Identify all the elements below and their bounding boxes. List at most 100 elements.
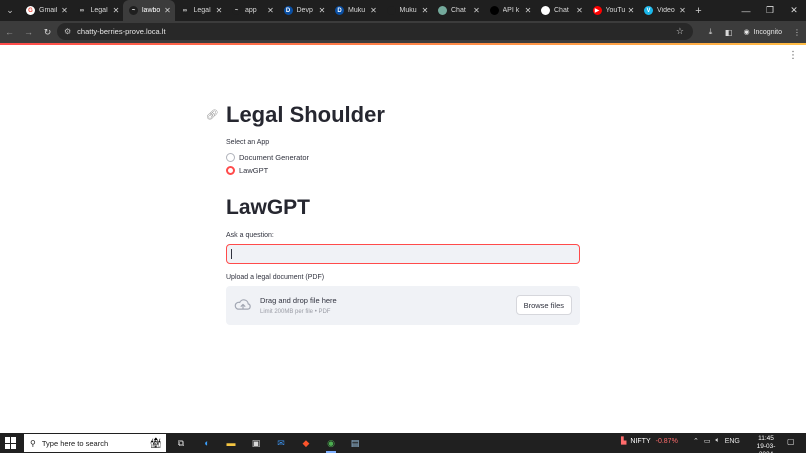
- volume-icon[interactable]: 🔈︎: [716, 437, 720, 445]
- file-explorer-icon[interactable]: ▬: [224, 436, 238, 450]
- arrow-right-icon[interactable]: →: [19, 21, 38, 43]
- chrome-icon[interactable]: ◉: [324, 436, 338, 453]
- section-title: LawGPT: [226, 196, 311, 219]
- tab-close-icon[interactable]: ✕: [473, 6, 481, 15]
- network-icon[interactable]: ▭: [704, 437, 711, 445]
- tab-close-icon[interactable]: ✕: [370, 6, 378, 15]
- site-info-icon[interactable]: ⚙: [64, 27, 71, 36]
- browser-tab[interactable]: ~ app ✕: [226, 0, 278, 21]
- tab-close-icon[interactable]: ✕: [318, 6, 326, 15]
- tab-favicon-icon: [541, 6, 550, 15]
- side-panel-icon[interactable]: ◧: [719, 28, 737, 37]
- upload-label: Upload a legal document (PDF): [226, 274, 325, 281]
- tab-title: Chat: [451, 7, 466, 14]
- ticker-name: NIFTY: [630, 437, 651, 445]
- download-icon[interactable]: ⤓: [701, 27, 719, 37]
- browser-tab[interactable]: D Devp ✕: [278, 0, 330, 21]
- system-tray: ⌃ ▭ 🔈︎ ENG: [693, 437, 745, 445]
- browse-files-button[interactable]: Browse files: [515, 295, 572, 315]
- search-placeholder: Type here to search: [41, 438, 109, 448]
- browser-tab[interactable]: API k ✕: [484, 0, 536, 21]
- browser-tab[interactable]: G Gmail ✕: [20, 0, 72, 21]
- tab-close-icon[interactable]: ✕: [421, 6, 429, 15]
- tab-close-icon[interactable]: ✕: [267, 6, 275, 15]
- url-text: chatty-berries-prove.loca.lt: [77, 27, 166, 36]
- browser-tab[interactable]: V Video ✕: [638, 0, 690, 21]
- tab-title: Video: [657, 7, 675, 14]
- minimize-icon[interactable]: —: [734, 0, 758, 21]
- select-app-label: Select an App: [226, 139, 270, 146]
- tab-favicon-icon: ∞: [180, 6, 190, 15]
- address-bar[interactable]: ⚙ chatty-berries-prove.loca.lt ☆: [57, 23, 693, 40]
- file-dropzone[interactable]: Drag and drop file here Limit 200MB per …: [226, 286, 580, 325]
- tab-favicon-icon: D: [283, 6, 293, 15]
- taskbar-search-box[interactable]: ⚲ Type here to search: [24, 434, 166, 452]
- language-indicator[interactable]: ENG: [725, 438, 740, 445]
- text-caret: [231, 249, 232, 259]
- tab-close-icon[interactable]: ✕: [112, 6, 120, 15]
- store-icon[interactable]: ▣: [249, 436, 263, 450]
- tab-close-icon[interactable]: ✕: [679, 6, 687, 15]
- star-icon[interactable]: ☆: [676, 26, 684, 37]
- cloud-upload-icon: [234, 299, 251, 310]
- browser-tab[interactable]: D Muku ✕: [329, 0, 381, 21]
- clock-date: 19-03-2024: [756, 443, 776, 458]
- tab-favicon-icon: [386, 6, 396, 15]
- tab-favicon-icon: ~: [232, 6, 241, 15]
- search-icon: ⚲: [30, 438, 36, 448]
- arrow-left-icon[interactable]: ←: [0, 21, 19, 43]
- tab-title: Muku: [399, 7, 417, 14]
- tab-title: Chat: [554, 7, 569, 14]
- tab-title: app: [245, 7, 257, 14]
- mail-icon[interactable]: ✉: [274, 436, 288, 450]
- stock-ticker-widget[interactable]: ▙ NIFTY -0.87%: [621, 437, 678, 446]
- reload-icon[interactable]: ↻: [38, 21, 57, 43]
- question-input[interactable]: [226, 244, 580, 264]
- browser-tab[interactable]: Chat ✕: [535, 0, 587, 21]
- tab-close-icon[interactable]: ✕: [524, 6, 532, 15]
- dropzone-title: Drag and drop file here: [260, 296, 337, 305]
- chart-down-icon: ▙: [621, 438, 627, 445]
- browser-tab[interactable]: ∞ Legal ✕: [72, 0, 124, 21]
- radio-document-generator[interactable]: Document Generator: [226, 153, 309, 162]
- browser-tab[interactable]: Muku ✕: [381, 0, 433, 21]
- edge-icon[interactable]: ◐: [200, 436, 214, 450]
- taskbar-clock[interactable]: 11:45 19-03-2024: [751, 435, 781, 459]
- incognito-label: Incognito: [753, 28, 782, 36]
- windows-start-icon[interactable]: [4, 436, 18, 450]
- notepad-icon[interactable]: ▤: [348, 436, 362, 450]
- radio-circle-selected[interactable]: [226, 166, 235, 175]
- tab-search-icon[interactable]: ⌄: [0, 0, 20, 21]
- new-tab-icon[interactable]: +: [690, 0, 708, 21]
- tab-close-icon[interactable]: ✕: [627, 6, 635, 15]
- search-highlight-icon[interactable]: 🏰︎: [146, 435, 166, 451]
- tab-list: G Gmail ✕ ∞ Legal ✕ ~ lawbo ✕ ∞ Legal ✕ ~ app ✕ D Devp ✕ D…: [20, 0, 690, 21]
- close-window-icon[interactable]: ✕: [782, 0, 806, 21]
- toolbar-actions: ⤓ ◧ ◉ Incognito ⋮: [701, 21, 806, 43]
- window-controls: — ❐ ✕: [734, 0, 806, 21]
- app-menu-icon[interactable]: ⋮: [788, 50, 798, 61]
- notification-icon[interactable]: ▢: [787, 437, 795, 446]
- radio-lawgpt[interactable]: LawGPT: [226, 166, 268, 175]
- tab-close-icon[interactable]: ✕: [164, 6, 172, 15]
- tab-close-icon[interactable]: ✕: [61, 6, 69, 15]
- task-view-icon[interactable]: ⧉: [174, 436, 188, 450]
- incognito-indicator[interactable]: ◉ Incognito: [737, 28, 788, 36]
- maximize-icon[interactable]: ❐: [758, 0, 782, 21]
- chevron-up-icon[interactable]: ⌃: [693, 437, 699, 445]
- browser-tab[interactable]: ▶ YouTu ✕: [587, 0, 639, 21]
- tab-close-icon[interactable]: ✕: [215, 6, 223, 15]
- tab-favicon-icon: G: [26, 6, 35, 15]
- browser-tab[interactable]: Chat ✕: [432, 0, 484, 21]
- radio-circle[interactable]: [226, 153, 235, 162]
- browser-tab[interactable]: ~ lawbo ✕: [123, 0, 175, 21]
- tab-close-icon[interactable]: ✕: [576, 6, 584, 15]
- kebab-menu-icon[interactable]: ⋮: [788, 28, 806, 37]
- browser-tab-strip: ⌄ G Gmail ✕ ∞ Legal ✕ ~ lawbo ✕ ∞ Legal ✕ ~ app ✕ D Devp…: [0, 0, 806, 21]
- link-icon[interactable]: 🔗︎: [206, 110, 219, 121]
- tab-title: Legal: [193, 7, 211, 14]
- tab-title: Legal: [90, 7, 108, 14]
- browser-tab[interactable]: ∞ Legal ✕: [175, 0, 227, 21]
- brave-icon[interactable]: ◆: [299, 436, 313, 450]
- tab-title: Muku: [348, 7, 366, 14]
